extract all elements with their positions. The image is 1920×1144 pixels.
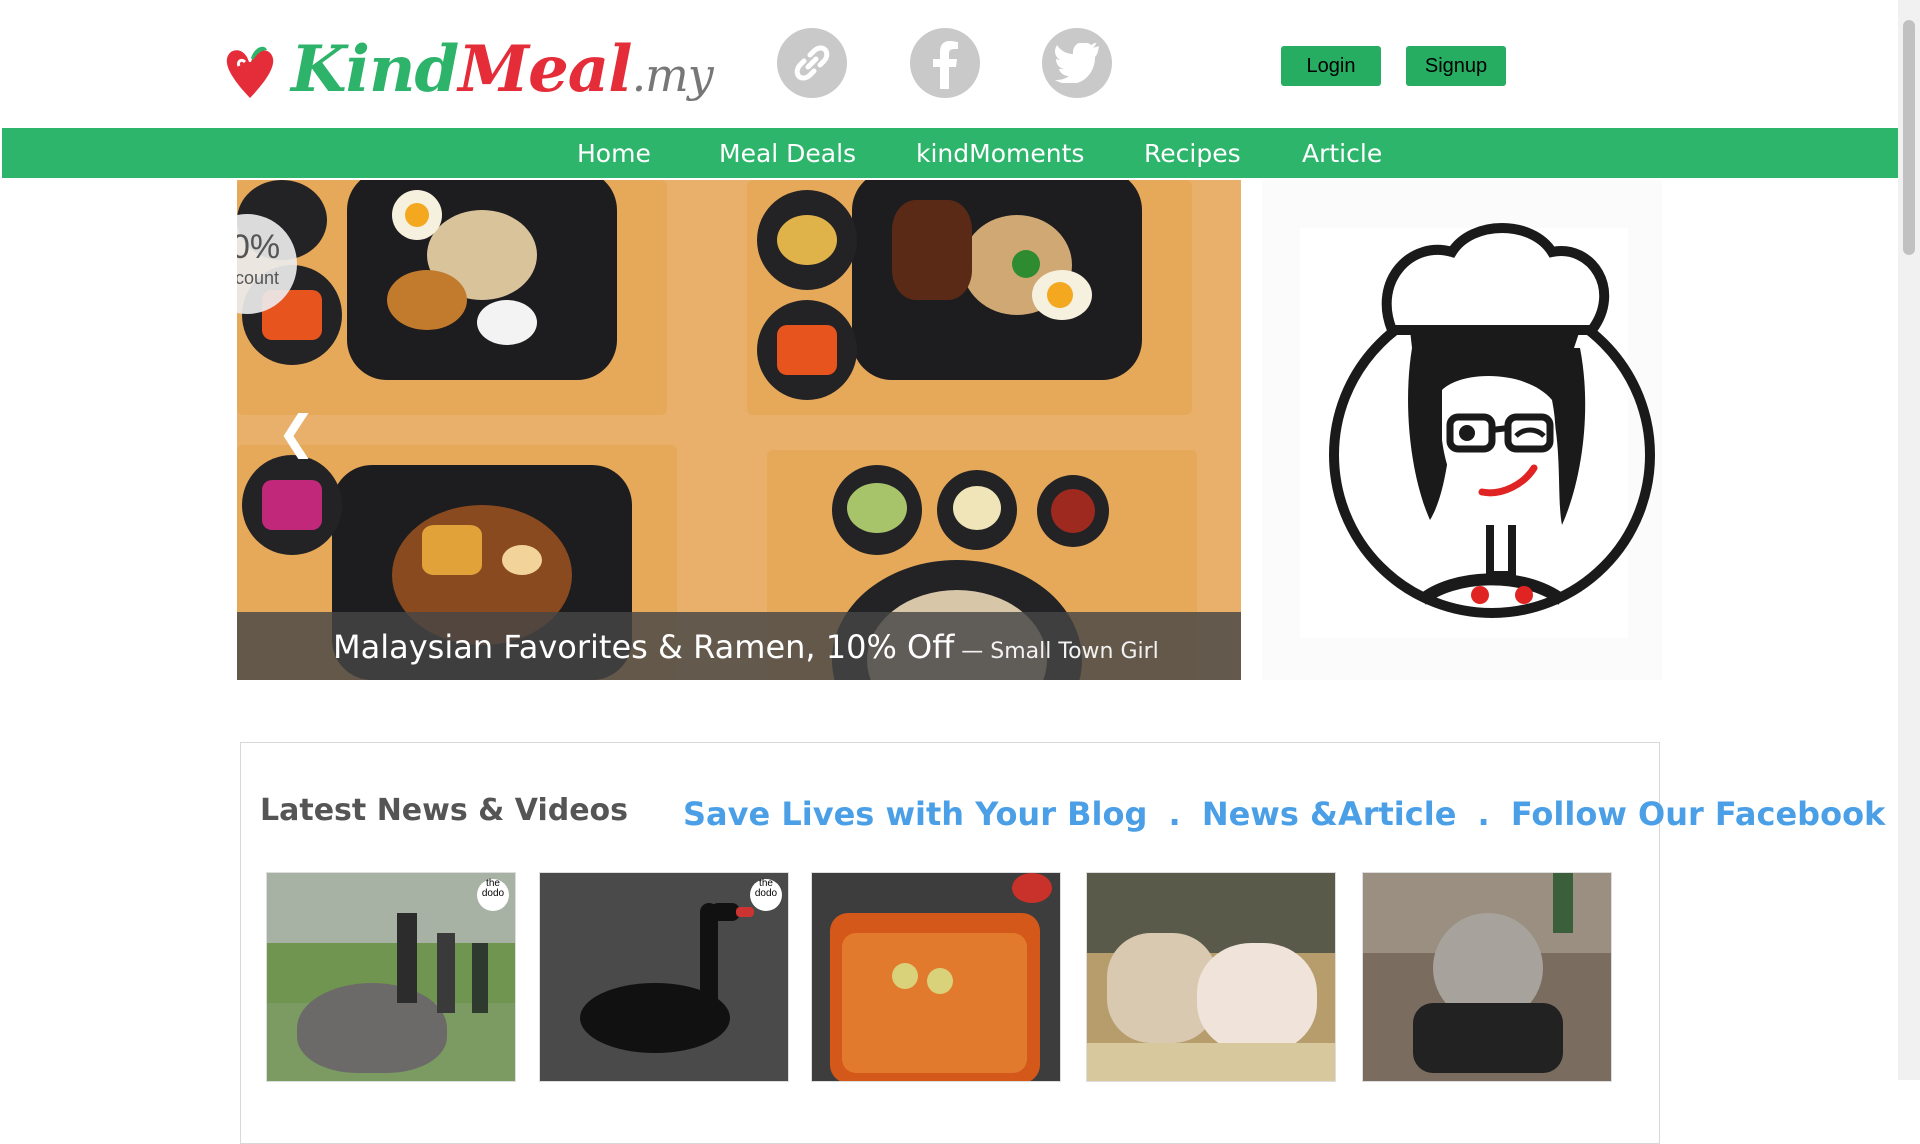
news-links: Save Lives with Your Blog . News &Articl… bbox=[683, 795, 1895, 833]
link-news-article[interactable]: News &Article bbox=[1202, 795, 1457, 833]
link-facebook[interactable]: Follow Our Facebook bbox=[1511, 795, 1885, 833]
video-thumbnail-calf-and-pig[interactable] bbox=[1086, 872, 1336, 1082]
side-bowl bbox=[832, 465, 922, 555]
logo-meal: Meal bbox=[458, 32, 632, 107]
chef-mascot-icon bbox=[1300, 223, 1655, 638]
signup-button[interactable]: Signup bbox=[1406, 46, 1506, 86]
dodo-logo-icon: the dodo bbox=[477, 879, 509, 911]
mascot-banner[interactable] bbox=[1262, 180, 1662, 680]
caption-sub: — Small Town Girl bbox=[954, 639, 1159, 664]
page-scrollbar[interactable] bbox=[1898, 0, 1920, 1080]
sauce-bowl bbox=[1037, 475, 1109, 547]
link-icon[interactable] bbox=[777, 28, 847, 98]
slider-prev-arrow[interactable]: ❮ bbox=[277, 405, 316, 459]
video-thumbnail-stew[interactable] bbox=[811, 872, 1061, 1082]
login-button[interactable]: Login bbox=[1281, 46, 1381, 86]
link-blog[interactable]: Save Lives with Your Blog bbox=[683, 795, 1147, 833]
scrollbar-thumb[interactable] bbox=[1903, 20, 1915, 255]
dragonfruit-bowl bbox=[242, 455, 342, 555]
side-bowl bbox=[937, 470, 1017, 550]
nav-meal-deals[interactable]: Meal Deals bbox=[719, 128, 856, 178]
nav-kindmoments[interactable]: kindMoments bbox=[916, 128, 1084, 178]
dodo-logo-icon: the dodo bbox=[750, 879, 782, 911]
main-nav: Home Meal Deals kindMoments Recipes Arti… bbox=[2, 128, 1898, 178]
site-logo[interactable]: KindMeal.my bbox=[215, 20, 714, 120]
caption-bar: Malaysian Favorites & Ramen, 10% Off — S… bbox=[237, 612, 1241, 680]
video-thumbnail-elephants[interactable]: the dodo bbox=[266, 872, 516, 1082]
rice-plate bbox=[852, 180, 1142, 380]
hero-slider[interactable]: 0% count ❮ Malaysian Favorites & Ramen, … bbox=[237, 180, 1241, 680]
facebook-icon[interactable] bbox=[910, 28, 980, 98]
rice-plate bbox=[347, 180, 617, 380]
logo-text: KindMeal.my bbox=[291, 25, 714, 120]
video-thumbnail-black-swan[interactable]: the dodo bbox=[539, 872, 789, 1082]
nav-recipes[interactable]: Recipes bbox=[1144, 128, 1241, 178]
twitter-icon[interactable] bbox=[1042, 28, 1112, 98]
salad-bowl bbox=[757, 190, 857, 290]
logo-kind: Kind bbox=[291, 32, 459, 107]
badge-label: count bbox=[237, 268, 280, 288]
badge-percent: 0% bbox=[237, 228, 281, 266]
link-separator: . bbox=[1168, 795, 1181, 833]
nav-article[interactable]: Article bbox=[1302, 128, 1382, 178]
hero-caption[interactable]: Malaysian Favorites & Ramen, 10% Off — S… bbox=[333, 628, 1159, 666]
link-separator: . bbox=[1477, 795, 1490, 833]
logo-suffix: .my bbox=[631, 48, 714, 102]
caption-main: Malaysian Favorites & Ramen, 10% Off bbox=[333, 628, 955, 666]
nav-home[interactable]: Home bbox=[577, 128, 651, 178]
papaya-bowl bbox=[757, 300, 857, 400]
news-title: Latest News & Videos bbox=[260, 793, 629, 828]
video-thumbnail-seal-in-tub[interactable] bbox=[1362, 872, 1612, 1082]
heart-logo-icon bbox=[215, 40, 285, 120]
